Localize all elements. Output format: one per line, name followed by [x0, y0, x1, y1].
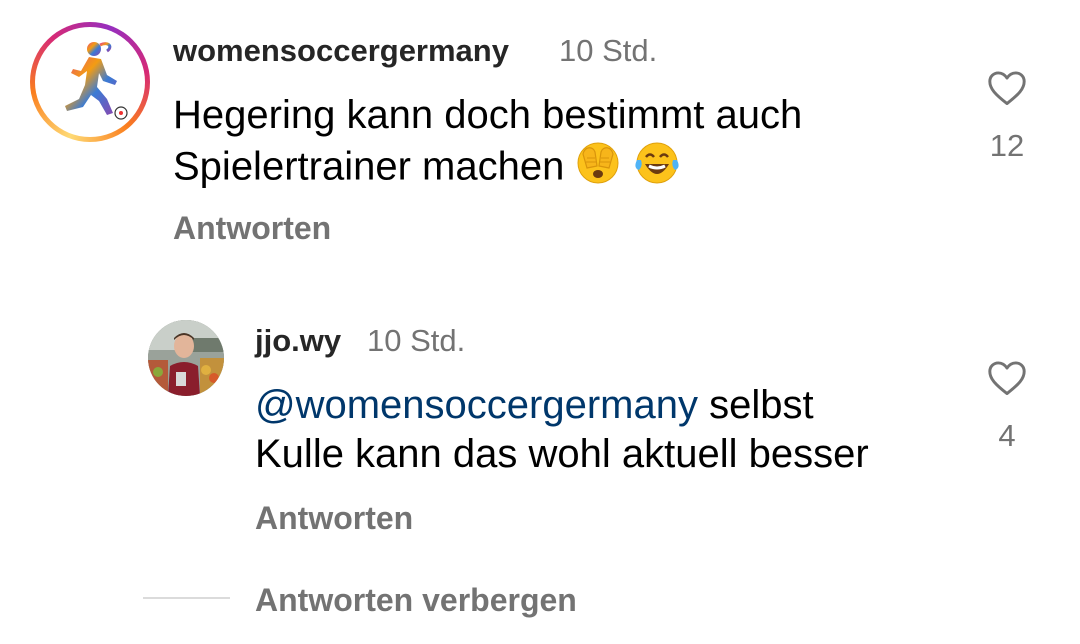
avatar[interactable] [148, 320, 224, 396]
reply-username[interactable]: jjo.wy [255, 323, 341, 359]
tears-of-joy-emoji [633, 140, 681, 198]
reply-text: @womensoccergermany selbst Kulle kann da… [255, 381, 869, 479]
mention-link[interactable]: @womensoccergermany [255, 383, 698, 427]
face-with-hand-over-eyes-emoji [575, 140, 621, 198]
comment-text-line: Hegering kann doch bestimmt auch [173, 93, 803, 137]
soccer-player-avatar-icon [65, 42, 128, 120]
comment-username[interactable]: womensoccergermany [173, 33, 509, 69]
comment-text-line: Kulle kann das wohl aktuell besser [255, 432, 869, 476]
comment-text-line: @womensoccergermany selbst [255, 383, 814, 427]
comment-text: Hegering kann doch bestimmt auch Spieler… [173, 91, 802, 198]
like-count: 4 [998, 418, 1016, 453]
divider [143, 597, 230, 599]
story-ring-avatar[interactable] [30, 22, 150, 142]
user-photo-icon [148, 320, 224, 396]
like-count: 12 [989, 128, 1025, 163]
reply-timestamp: 10 Std. [367, 323, 466, 358]
hide-replies-button[interactable]: Antworten verbergen [255, 582, 577, 619]
avatar [39, 31, 141, 133]
reply-button[interactable]: Antworten [173, 210, 331, 247]
comment-timestamp: 10 Std. [559, 33, 658, 68]
like-button[interactable] [985, 358, 1029, 398]
comment-text-line: Spielertrainer machen [173, 140, 802, 198]
heart-outline-icon [988, 71, 1026, 106]
like-button[interactable] [985, 68, 1029, 108]
reply-button[interactable]: Antworten [255, 500, 413, 537]
heart-outline-icon [988, 361, 1026, 396]
